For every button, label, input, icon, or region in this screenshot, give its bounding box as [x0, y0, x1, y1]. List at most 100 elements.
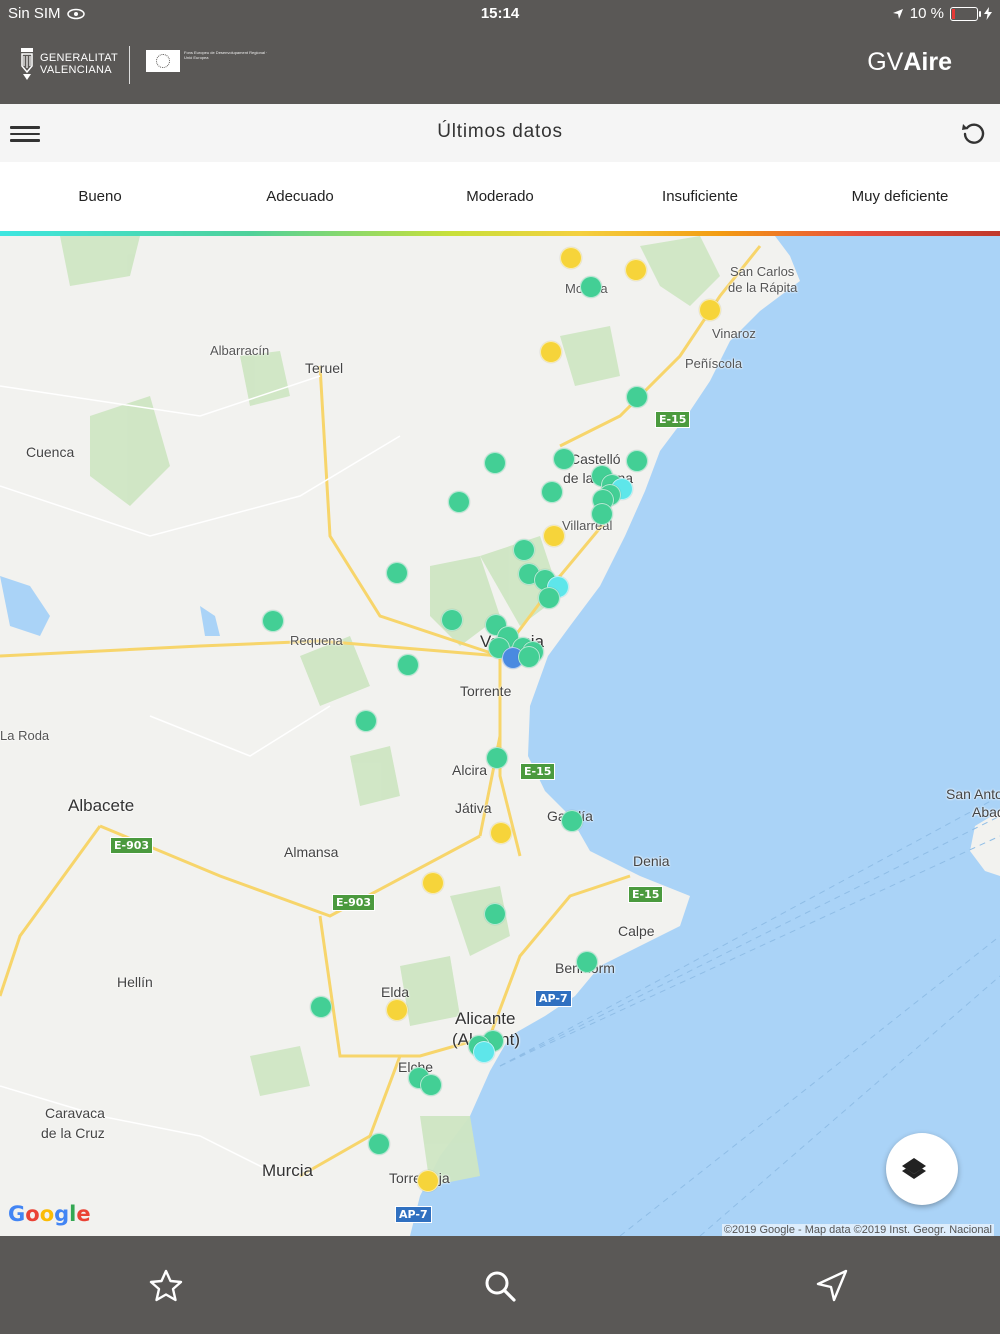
- road-shield: E-15: [520, 763, 556, 780]
- map-view[interactable]: San Carlos de la Rápita Morella Vinaroz …: [0, 236, 1000, 1236]
- place-label: Requena: [290, 633, 343, 648]
- station-marker[interactable]: [448, 491, 470, 513]
- eu-flag-icon: [146, 50, 180, 72]
- legend-bueno: Bueno: [78, 188, 122, 205]
- station-marker[interactable]: [422, 872, 444, 894]
- place-label: Alcira: [452, 762, 488, 778]
- road-shield: E-903: [110, 837, 154, 854]
- station-marker[interactable]: [473, 1041, 495, 1063]
- road-shield: E-903: [332, 894, 376, 911]
- legend-muy-deficiente: Muy deficiente: [851, 188, 949, 205]
- legend-adecuado: Adecuado: [266, 188, 334, 205]
- place-label: Elda: [381, 984, 410, 1000]
- place-label: de la Rápita: [728, 280, 798, 295]
- place-label: Alicante: [455, 1009, 516, 1028]
- station-marker[interactable]: [417, 1170, 439, 1192]
- station-marker[interactable]: [699, 299, 721, 321]
- place-label: de la Cruz: [41, 1125, 105, 1141]
- place-label: San Carlos: [730, 264, 795, 279]
- place-label: Castelló: [570, 451, 621, 467]
- place-label: Peñíscola: [685, 356, 743, 371]
- refresh-icon[interactable]: [960, 119, 988, 147]
- generalitat-crest-icon: [21, 48, 33, 80]
- google-logo: Google: [8, 1202, 91, 1226]
- legend-insuficiente: Insuficiente: [662, 188, 738, 205]
- road-shield: E-15: [655, 411, 691, 428]
- road-shield: AP-7: [395, 1206, 432, 1223]
- charging-icon: [984, 7, 992, 20]
- station-marker[interactable]: [262, 610, 284, 632]
- place-label: Denia: [633, 853, 670, 869]
- place-label: Murcia: [262, 1161, 314, 1180]
- station-marker[interactable]: [553, 448, 575, 470]
- eu-logo: Fons Europeu de Desenvolupament Regional…: [146, 50, 274, 72]
- place-label: Cuenca: [26, 444, 75, 460]
- station-marker[interactable]: [397, 654, 419, 676]
- station-marker[interactable]: [626, 386, 648, 408]
- place-label: Albarracín: [210, 343, 270, 358]
- station-marker[interactable]: [386, 999, 408, 1021]
- layers-icon: [902, 1158, 926, 1179]
- navigation-arrow-icon[interactable]: [812, 1266, 852, 1306]
- place-label: Albacete: [68, 796, 135, 815]
- station-marker[interactable]: [560, 247, 582, 269]
- map-background: [0, 236, 1000, 1236]
- header-divider: [129, 46, 130, 84]
- eu-text: Fons Europeu de Desenvolupament Regional…: [184, 50, 268, 60]
- station-marker[interactable]: [541, 481, 563, 503]
- station-marker[interactable]: [591, 503, 613, 525]
- toolbar: Últimos datos: [0, 104, 1000, 163]
- station-marker[interactable]: [355, 710, 377, 732]
- place-label: Caravaca: [45, 1105, 105, 1121]
- station-marker[interactable]: [441, 609, 463, 631]
- station-marker[interactable]: [625, 259, 647, 281]
- clock: 15:14: [480, 5, 520, 22]
- station-marker[interactable]: [513, 539, 535, 561]
- station-marker[interactable]: [386, 562, 408, 584]
- place-label: La Roda: [0, 728, 50, 743]
- place-label: Torrente: [460, 683, 512, 699]
- org-name-line2: VALENCIANA: [40, 64, 112, 76]
- star-icon[interactable]: [146, 1266, 186, 1306]
- brand-light: GV: [867, 48, 904, 76]
- station-marker[interactable]: [580, 276, 602, 298]
- org-name-line1: GENERALITAT: [40, 52, 119, 64]
- station-marker[interactable]: [540, 341, 562, 363]
- station-marker[interactable]: [420, 1074, 442, 1096]
- place-label: Abad: [972, 804, 1000, 820]
- station-marker[interactable]: [626, 450, 648, 472]
- place-label: San Antoni: [946, 786, 1000, 802]
- place-label: Hellín: [117, 974, 153, 990]
- station-marker[interactable]: [486, 747, 508, 769]
- station-marker[interactable]: [484, 903, 506, 925]
- battery-percent: 10 %: [909, 5, 944, 22]
- station-marker[interactable]: [484, 452, 506, 474]
- station-marker[interactable]: [310, 996, 332, 1018]
- station-marker[interactable]: [518, 646, 540, 668]
- place-label: Calpe: [618, 923, 655, 939]
- app-header: GENERALITAT VALENCIANA Fons Europeu de D…: [0, 28, 1000, 104]
- search-icon[interactable]: [480, 1266, 520, 1306]
- layers-button[interactable]: [886, 1133, 958, 1205]
- location-arrow-icon: [892, 8, 903, 19]
- station-marker[interactable]: [561, 810, 583, 832]
- place-label: Almansa: [284, 844, 339, 860]
- station-marker[interactable]: [543, 525, 565, 547]
- bottom-navigation: [0, 1236, 1000, 1334]
- page-title: Últimos datos: [437, 121, 563, 142]
- map-copyright: ©2019 Google - Map data ©2019 Inst. Geog…: [721, 1224, 994, 1236]
- place-label: Játiva: [455, 800, 492, 816]
- road-shield: E-15: [628, 886, 664, 903]
- air-quality-legend: Bueno Adecuado Moderado Insuficiente Muy…: [0, 162, 1000, 232]
- road-shield: AP-7: [535, 990, 572, 1007]
- legend-moderado: Moderado: [466, 188, 534, 205]
- station-marker[interactable]: [368, 1133, 390, 1155]
- station-marker[interactable]: [490, 822, 512, 844]
- brand-bold: Aire: [903, 48, 952, 76]
- station-marker[interactable]: [576, 951, 598, 973]
- status-bar: Sin SIM 15:14 10 %: [0, 0, 1000, 28]
- place-label: Teruel: [305, 360, 344, 376]
- generalitat-logo: GENERALITAT VALENCIANA: [20, 46, 118, 82]
- place-label: Vinaroz: [712, 326, 756, 341]
- station-marker[interactable]: [538, 587, 560, 609]
